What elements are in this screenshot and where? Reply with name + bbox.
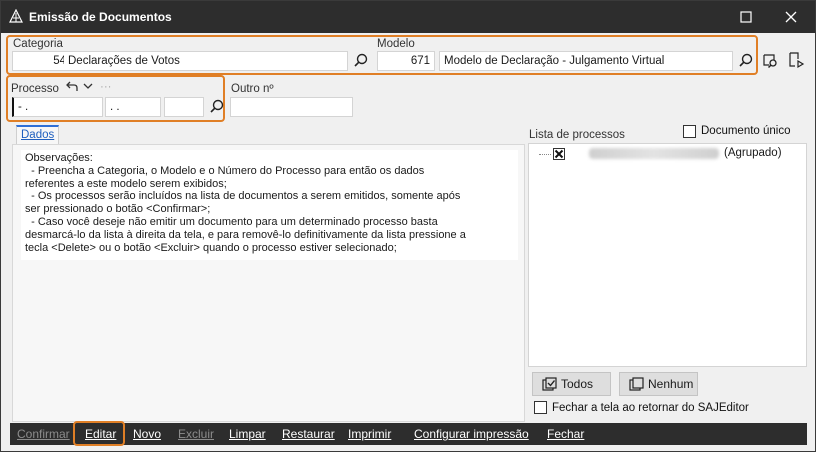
fechar-tela-checkbox[interactable]	[534, 401, 547, 414]
processo-part1-value: - .	[18, 101, 29, 113]
process-number-redacted	[589, 148, 719, 159]
notes-line: - Caso você deseje não emitir um documen…	[25, 215, 438, 228]
search-model-icon[interactable]	[761, 50, 781, 70]
modelo-search-icon[interactable]	[736, 51, 756, 71]
window-title: Emissão de Documentos	[29, 10, 172, 24]
documento-unico-checkbox[interactable]	[683, 125, 696, 138]
imprimir-button[interactable]: Imprimir	[348, 427, 391, 441]
uncheck-all-icon	[629, 377, 644, 391]
tree-connector	[539, 154, 551, 155]
notes-line: - Os processos serão incluídos na lista …	[25, 190, 461, 203]
notes-line: tecla <Delete> ou o botão <Excluir> quan…	[25, 241, 397, 254]
processo-part1-field[interactable]: - .	[12, 97, 103, 117]
outro-numero-field[interactable]	[230, 97, 353, 117]
todos-label: Todos	[561, 377, 594, 391]
notes-line: - Preencha a Categoria, o Modelo e o Núm…	[25, 164, 425, 177]
emissao-documentos-window: Emissão de Documentos Categoria 54 Decla…	[0, 0, 816, 452]
notes-line: Observações:	[25, 152, 93, 164]
excluir-button[interactable]: Excluir	[178, 427, 214, 441]
check-x-icon	[554, 149, 564, 159]
title-bar: Emissão de Documentos	[1, 1, 815, 33]
maximize-button[interactable]	[731, 5, 761, 29]
modelo-code-field[interactable]: 671	[377, 51, 435, 71]
process-item-status: (Agrupado)	[724, 147, 782, 159]
outro-numero-label: Outro nº	[231, 83, 274, 95]
modelo-label: Modelo	[377, 38, 415, 50]
documento-unico-label: Documento único	[701, 125, 791, 137]
dados-panel: Observações: - Preencha a Categoria, o M…	[12, 144, 525, 422]
lista-processos-label: Lista de processos	[529, 129, 625, 141]
action-bar: Confirmar Editar Novo Excluir Limpar Res…	[10, 423, 807, 445]
fechar-tela-label: Fechar a tela ao retornar do SAJEditor	[552, 402, 749, 414]
nenhum-button[interactable]: Nenhum	[619, 372, 698, 396]
todos-button[interactable]: Todos	[532, 372, 611, 396]
processo-label: Processo	[11, 83, 59, 95]
close-button[interactable]	[776, 5, 806, 29]
categoria-name-field[interactable]: Declarações de Votos	[64, 51, 348, 71]
app-logo-icon	[9, 9, 23, 23]
novo-button[interactable]: Novo	[133, 427, 161, 441]
check-all-icon	[542, 377, 557, 391]
notes-line: ser pressionado o botão <Confirmar>;	[25, 203, 211, 216]
close-icon	[785, 11, 797, 23]
editar-highlight	[73, 421, 125, 446]
tab-dados[interactable]: Dados	[16, 125, 60, 144]
observacoes-text: Observações: - Preencha a Categoria, o M…	[21, 150, 518, 260]
notes-line: desmarcá-lo da lista à direita da tela, …	[25, 228, 466, 241]
processo-part3-field[interactable]	[164, 97, 204, 117]
undo-icon[interactable]	[65, 80, 79, 92]
maximize-icon	[740, 11, 752, 23]
categoria-label: Categoria	[13, 38, 63, 50]
confirmar-button[interactable]: Confirmar	[17, 427, 70, 441]
notes-line: referentes a este modelo serem exibidos;	[25, 177, 227, 190]
modelo-name-field[interactable]: Modelo de Declaração - Julgamento Virtua…	[439, 51, 733, 71]
process-item-checkbox[interactable]	[553, 148, 565, 160]
configurar-impressao-button[interactable]: Configurar impressão	[414, 427, 529, 441]
categoria-search-icon[interactable]	[351, 51, 371, 71]
document-model-icon[interactable]	[786, 50, 806, 70]
categoria-code-field[interactable]: 54	[12, 51, 71, 71]
processo-search-icon[interactable]	[207, 97, 227, 117]
more-options[interactable]: ···	[100, 81, 112, 93]
chevron-down-icon[interactable]	[82, 81, 94, 91]
restaurar-button[interactable]: Restaurar	[282, 427, 335, 441]
nenhum-label: Nenhum	[648, 377, 694, 391]
limpar-button[interactable]: Limpar	[229, 427, 266, 441]
processo-part2-field[interactable]: . .	[105, 97, 161, 117]
fechar-button[interactable]: Fechar	[547, 427, 584, 441]
lista-processos-tree[interactable]: (Agrupado)	[528, 143, 807, 367]
